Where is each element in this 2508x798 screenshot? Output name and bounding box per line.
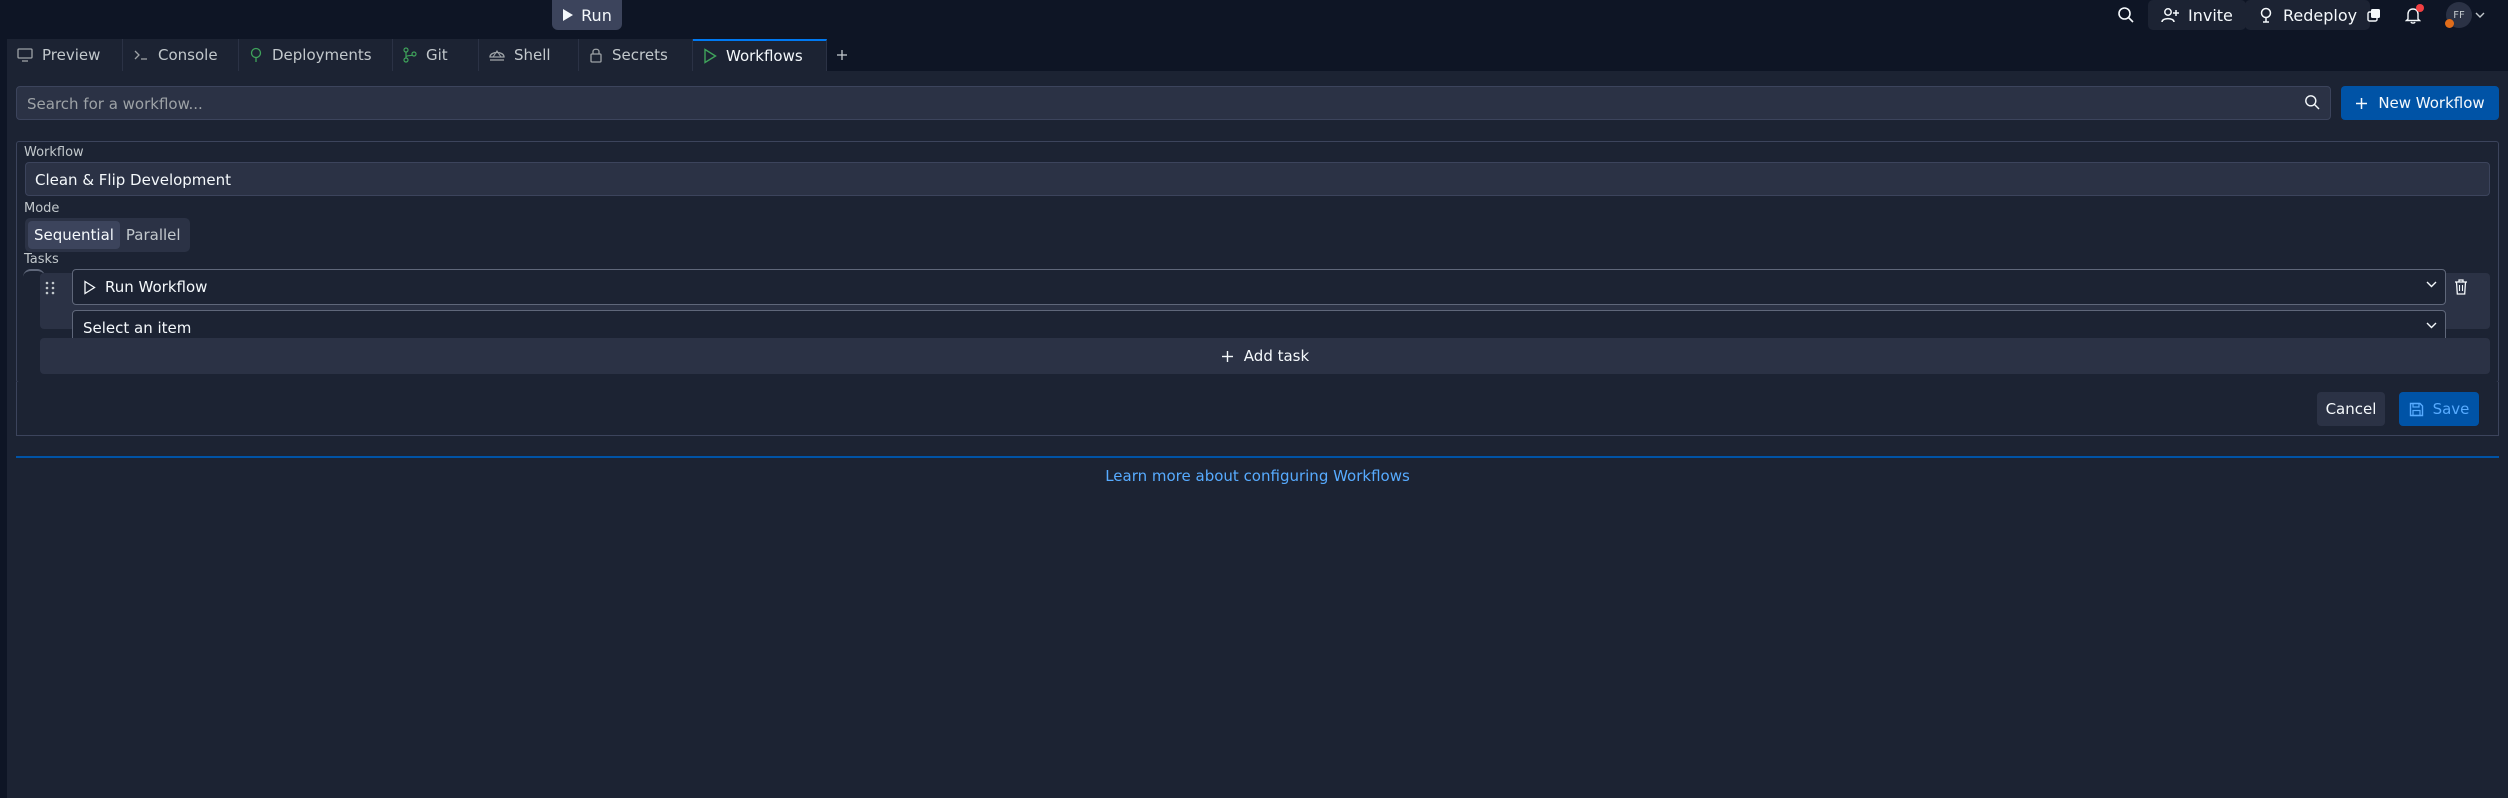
- invite-button[interactable]: Invite: [2148, 0, 2246, 30]
- divider: [16, 456, 2499, 458]
- mode-label: Mode: [24, 201, 60, 216]
- run-label: Run: [581, 5, 612, 25]
- redeploy-label: Redeploy: [2283, 5, 2358, 25]
- tab-workflows[interactable]: Workflows: [693, 39, 827, 71]
- mode-toggle: Sequential Parallel: [25, 218, 190, 252]
- deploy-icon: [2260, 7, 2272, 23]
- tab-console[interactable]: Console: [123, 39, 239, 71]
- chevron-down-icon: [2426, 322, 2437, 329]
- play-icon: [704, 48, 717, 64]
- workflow-name-value: Clean & Flip Development: [35, 171, 232, 189]
- plus-icon: [2356, 97, 2368, 109]
- task-item: Run Workflow Select an item: [40, 269, 2490, 346]
- tab-bar: Preview Console Deployments Git Shell Se…: [7, 39, 2508, 71]
- new-workflow-button[interactable]: New Workflow: [2341, 86, 2499, 120]
- git-branch-icon: [403, 47, 417, 63]
- workflow-form: Workflow Clean & Flip Development Mode S…: [16, 141, 2499, 383]
- invite-label: Invite: [2188, 5, 2233, 25]
- workflow-label: Workflow: [24, 145, 84, 160]
- workflow-search-input[interactable]: Search for a workflow...: [16, 86, 2331, 120]
- cancel-button[interactable]: Cancel: [2317, 392, 2385, 426]
- plus-icon: [1221, 350, 1233, 362]
- task-item-value: Select an item: [83, 319, 192, 337]
- shell-icon: [489, 50, 505, 61]
- workflow-name-field[interactable]: Clean & Flip Development: [25, 162, 2490, 196]
- tasks-label: Tasks: [24, 252, 59, 267]
- tab-label: Console: [158, 46, 218, 64]
- bell-icon[interactable]: [2402, 4, 2424, 26]
- tab-label: Preview: [42, 46, 101, 64]
- mode-parallel-option[interactable]: Parallel: [120, 221, 187, 249]
- play-icon: [563, 9, 574, 21]
- add-tab-button[interactable]: [827, 39, 857, 71]
- learn-more-link[interactable]: Learn more about configuring Workflows: [7, 467, 2508, 485]
- trash-icon[interactable]: [2454, 279, 2468, 295]
- search-icon: [2304, 94, 2320, 110]
- form-footer: [16, 382, 2499, 436]
- chevron-down-icon: [2426, 281, 2437, 288]
- monitor-icon: [17, 48, 33, 62]
- avatar-status-dot: [2445, 19, 2454, 28]
- save-icon: [2409, 402, 2423, 416]
- tab-preview[interactable]: Preview: [7, 39, 123, 71]
- redeploy-button[interactable]: Redeploy: [2245, 0, 2371, 30]
- deploy-icon: [250, 47, 262, 62]
- run-button[interactable]: Run: [552, 0, 622, 30]
- workflows-pane: Preview Console Deployments Git Shell Se…: [7, 39, 2508, 798]
- top-bar: Run Invite Redeploy FF: [0, 0, 2508, 30]
- drag-handle-icon[interactable]: [45, 281, 55, 295]
- tab-label: Workflows: [726, 47, 803, 65]
- chevron-down-icon[interactable]: [2474, 4, 2486, 26]
- plus-icon: [837, 50, 847, 60]
- search-placeholder: Search for a workflow...: [27, 95, 203, 113]
- tab-label: Secrets: [612, 46, 668, 64]
- save-button[interactable]: Save: [2399, 392, 2479, 426]
- task-type-select[interactable]: Run Workflow: [72, 269, 2446, 305]
- save-label: Save: [2432, 400, 2470, 418]
- tab-label: Deployments: [272, 46, 372, 64]
- notification-dot: [2416, 4, 2424, 12]
- play-icon: [84, 279, 96, 295]
- tab-label: Git: [426, 46, 448, 64]
- task-type-value: Run Workflow: [105, 278, 208, 296]
- new-workflow-label: New Workflow: [2378, 94, 2485, 112]
- tab-git[interactable]: Git: [393, 39, 479, 71]
- tab-deployments[interactable]: Deployments: [239, 39, 393, 71]
- user-plus-icon: [2161, 8, 2179, 23]
- tab-shell[interactable]: Shell: [479, 39, 579, 71]
- learn-more-text: Learn more about configuring Workflows: [1105, 467, 1410, 485]
- lock-icon: [590, 48, 602, 63]
- tab-secrets[interactable]: Secrets: [579, 39, 693, 71]
- tab-label: Shell: [514, 46, 551, 64]
- avatar-initials: FF: [2453, 9, 2465, 21]
- terminal-prompt-icon: [134, 50, 147, 60]
- mode-sequential-option[interactable]: Sequential: [28, 221, 120, 249]
- add-task-button[interactable]: Add task: [40, 338, 2490, 374]
- multiplayer-icon[interactable]: [2363, 4, 2385, 26]
- search-icon[interactable]: [2115, 4, 2137, 26]
- add-task-label: Add task: [1243, 347, 1310, 365]
